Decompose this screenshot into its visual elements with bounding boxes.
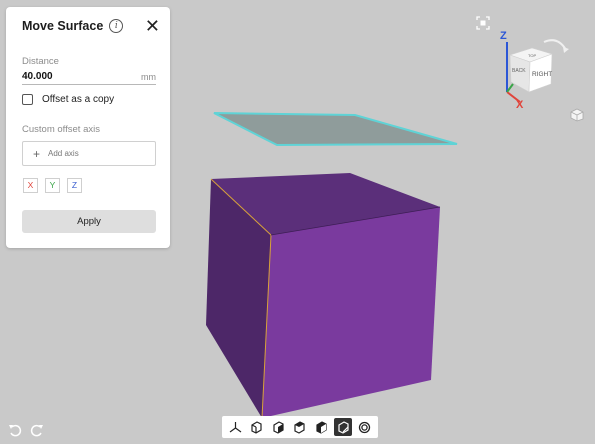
undo-icon[interactable] bbox=[8, 423, 22, 437]
distance-input[interactable] bbox=[22, 71, 122, 82]
fit-view-icon[interactable] bbox=[476, 16, 490, 30]
move-surface-icon bbox=[338, 420, 349, 434]
add-axis-label: Add axis bbox=[48, 149, 79, 158]
axis-x-button[interactable]: X bbox=[23, 178, 38, 193]
axis-tool-button[interactable] bbox=[226, 418, 244, 436]
axis-buttons: X Y Z bbox=[23, 178, 82, 193]
view-cube[interactable]: Z X TOP BACK RIGHT bbox=[500, 22, 580, 112]
add-axis-button[interactable]: + Add axis bbox=[22, 141, 156, 166]
distance-field[interactable]: mm bbox=[22, 69, 156, 85]
panel-title: Move Surface bbox=[22, 19, 104, 33]
axis-tool-icon bbox=[229, 421, 241, 432]
redo-icon[interactable] bbox=[30, 423, 44, 437]
offset-copy-checkbox[interactable] bbox=[22, 94, 33, 105]
offset-button[interactable] bbox=[356, 418, 374, 436]
axis-y-button[interactable]: Y bbox=[45, 178, 60, 193]
solid-select-button[interactable] bbox=[291, 418, 309, 436]
x-axis-label: X bbox=[516, 99, 524, 111]
face-select-icon bbox=[273, 420, 284, 434]
close-icon[interactable]: ✕ bbox=[145, 17, 160, 35]
custom-axis-label: Custom offset axis bbox=[22, 124, 100, 135]
shell-select-icon bbox=[316, 420, 327, 434]
panel-header: Move Surface i ✕ bbox=[22, 16, 160, 36]
distance-unit: mm bbox=[141, 71, 156, 82]
3d-viewport[interactable]: Move Surface i ✕ Distance mm Offset as a… bbox=[0, 0, 595, 444]
moved-surface[interactable] bbox=[213, 112, 458, 147]
info-icon[interactable]: i bbox=[109, 19, 124, 33]
bottom-toolbar bbox=[222, 416, 378, 438]
rotate-arrow-icon[interactable] bbox=[543, 39, 567, 51]
move-surface-panel: Move Surface i ✕ Distance mm Offset as a… bbox=[6, 7, 170, 248]
plus-icon: + bbox=[33, 146, 41, 161]
solid-select-icon bbox=[294, 420, 306, 434]
face-select-button[interactable] bbox=[269, 418, 287, 436]
axis-z-button[interactable]: Z bbox=[67, 178, 82, 193]
perspective-icon[interactable] bbox=[570, 108, 584, 122]
viewcube-right-label: RIGHT bbox=[532, 71, 552, 78]
rotate-arrow-head-icon bbox=[563, 47, 569, 53]
box-select-button[interactable] bbox=[248, 418, 266, 436]
offset-copy-label[interactable]: Offset as a copy bbox=[42, 94, 114, 105]
viewcube-left-label: BACK bbox=[512, 68, 526, 74]
offset-icon bbox=[359, 421, 371, 433]
offset-copy-row[interactable]: Offset as a copy bbox=[22, 94, 114, 105]
cube-front-face[interactable] bbox=[262, 207, 440, 418]
distance-label: Distance bbox=[22, 56, 59, 67]
move-surface-button[interactable] bbox=[334, 418, 353, 436]
undo-redo-group bbox=[8, 423, 44, 437]
z-axis-label: Z bbox=[500, 30, 507, 42]
shell-select-button[interactable] bbox=[313, 418, 331, 436]
box-select-icon bbox=[251, 420, 262, 434]
viewcube-top-label: TOP bbox=[528, 53, 536, 58]
apply-button[interactable]: Apply bbox=[22, 210, 156, 233]
